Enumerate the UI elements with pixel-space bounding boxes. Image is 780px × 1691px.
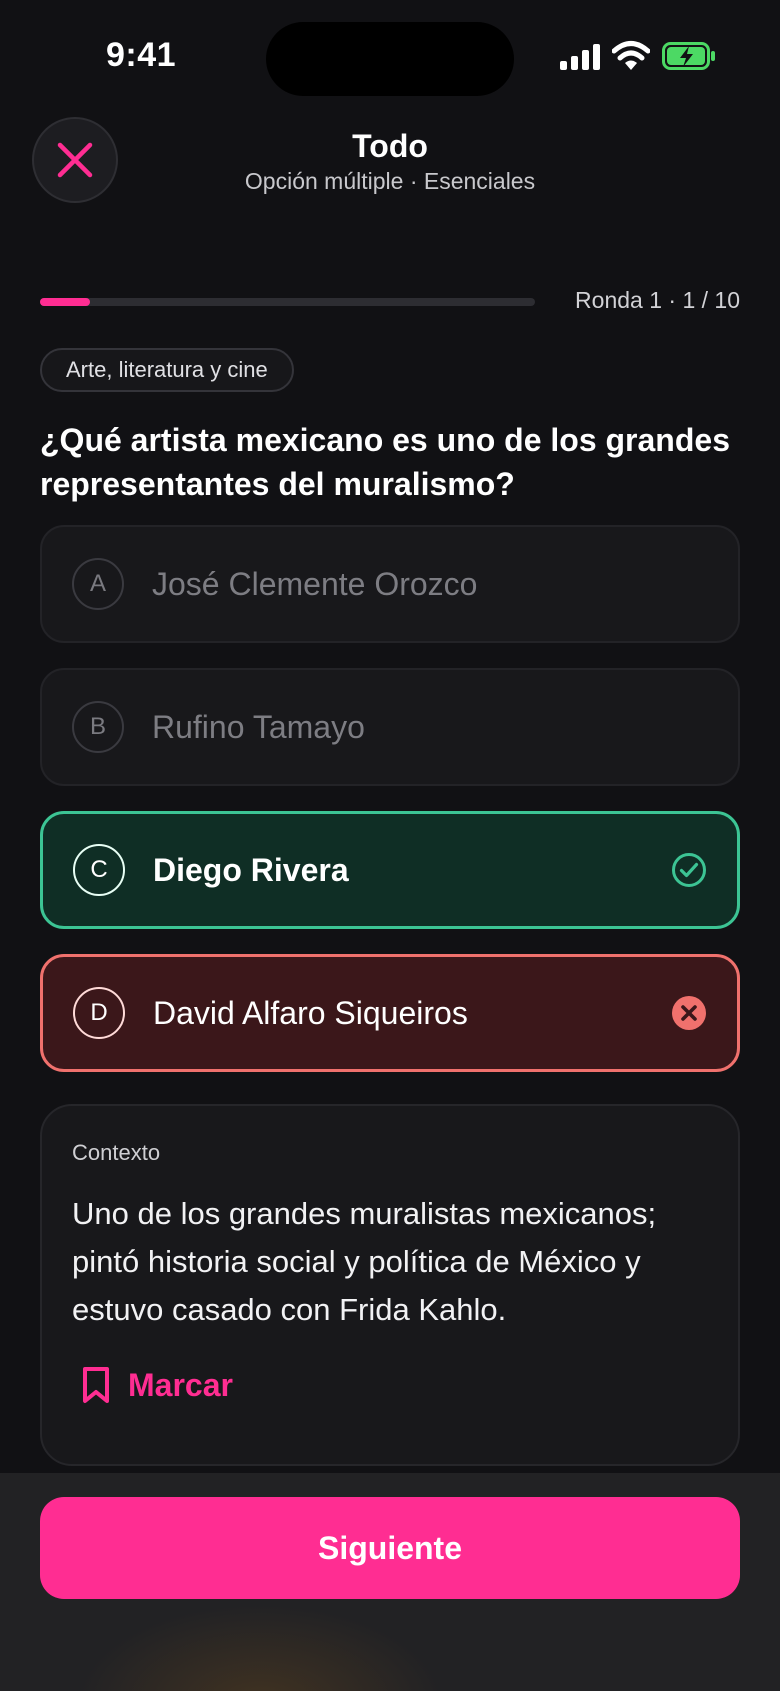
context-label: Contexto (72, 1140, 161, 1165)
question-text: ¿Qué artista mexicano es uno de los gran… (40, 422, 730, 502)
x-circle-icon (672, 996, 706, 1030)
option-text: Rufino Tamayo (152, 708, 365, 745)
bookmark-button[interactable]: Marcar (82, 1366, 233, 1404)
option-text: Diego Rivera (153, 851, 349, 888)
check-circle-icon (672, 853, 706, 887)
page-title: Todo (352, 128, 428, 164)
next-label: Siguiente (317, 1529, 462, 1566)
next-button[interactable]: Siguiente (40, 1497, 740, 1599)
category-chip: Arte, literatura y cine (40, 348, 294, 392)
option-text: José Clemente Orozco (152, 565, 478, 602)
context-card: Contexto Uno de los grandes muralistas m… (40, 1104, 740, 1466)
bookmark-icon (83, 1367, 109, 1403)
option-text: David Alfaro Siqueiros (153, 994, 468, 1031)
option-a[interactable]: A José Clemente Orozco (40, 525, 740, 643)
status-time: 9:41 (106, 36, 177, 74)
battery-icon (662, 42, 715, 70)
option-b[interactable]: B Rufino Tamayo (40, 668, 740, 786)
progress-fill (40, 298, 90, 306)
page-subtitle: Opción múltiple · Esenciales (244, 168, 536, 194)
option-letter: B (72, 701, 124, 753)
option-c[interactable]: C Diego Rivera (40, 811, 740, 929)
bookmark-label: Marcar (128, 1366, 233, 1403)
progress-bar (40, 298, 535, 306)
dynamic-island (266, 22, 514, 96)
category-label: Arte, literatura y cine (66, 357, 268, 382)
option-letter: D (73, 987, 125, 1039)
context-text: Uno de los grandes muralistas mexicanos;… (72, 1196, 657, 1327)
wifi-icon (612, 41, 650, 70)
option-d[interactable]: D David Alfaro Siqueiros (40, 954, 740, 1072)
signal-icon (560, 44, 600, 70)
round-counter: Ronda 1 · 1 / 10 (575, 287, 740, 313)
option-letter: C (73, 844, 125, 896)
option-letter: A (72, 558, 124, 610)
